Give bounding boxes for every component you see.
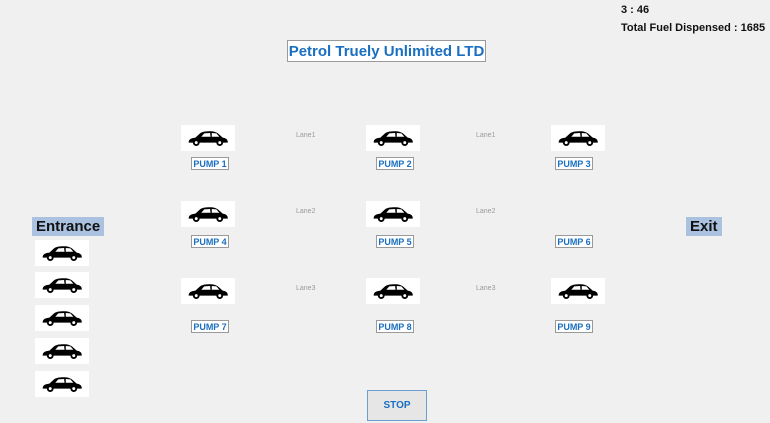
pump-4: PUMP 4 — [191, 235, 229, 248]
lane-label: Lane2 — [476, 208, 496, 215]
lane-label: Lane3 — [476, 285, 496, 292]
lane-label: Lane1 — [296, 132, 316, 139]
entrance-label: Entrance — [32, 217, 105, 236]
car-icon — [35, 338, 89, 364]
page-title: Petrol Truely Unlimited LTD — [287, 40, 486, 62]
lane-label: Lane1 — [476, 132, 496, 139]
pump-3: PUMP 3 — [555, 157, 593, 170]
pump-1: PUMP 1 — [191, 157, 229, 170]
pump-5: PUMP 5 — [376, 235, 414, 248]
car-icon — [366, 125, 420, 151]
car-icon — [181, 125, 235, 151]
pump-6: PUMP 6 — [555, 235, 593, 248]
car-icon — [181, 278, 235, 304]
car-icon — [551, 278, 605, 304]
exit-label: Exit — [686, 217, 722, 236]
total-fuel-dispensed: Total Fuel Dispensed : 1685 — [621, 22, 766, 34]
car-icon — [35, 305, 89, 331]
pump-8: PUMP 8 — [376, 320, 414, 333]
pump-2: PUMP 2 — [376, 157, 414, 170]
car-icon — [181, 201, 235, 227]
car-icon — [551, 125, 605, 151]
lane-label: Lane2 — [296, 208, 316, 215]
car-icon — [35, 240, 89, 266]
car-icon — [35, 371, 89, 397]
stop-button[interactable]: STOP — [367, 390, 427, 421]
car-icon — [366, 278, 420, 304]
lane-label: Lane3 — [296, 285, 316, 292]
pump-9: PUMP 9 — [555, 320, 593, 333]
car-icon — [366, 201, 420, 227]
elapsed-timer: 3 : 46 — [621, 4, 650, 16]
pump-7: PUMP 7 — [191, 320, 229, 333]
car-icon — [35, 272, 89, 298]
